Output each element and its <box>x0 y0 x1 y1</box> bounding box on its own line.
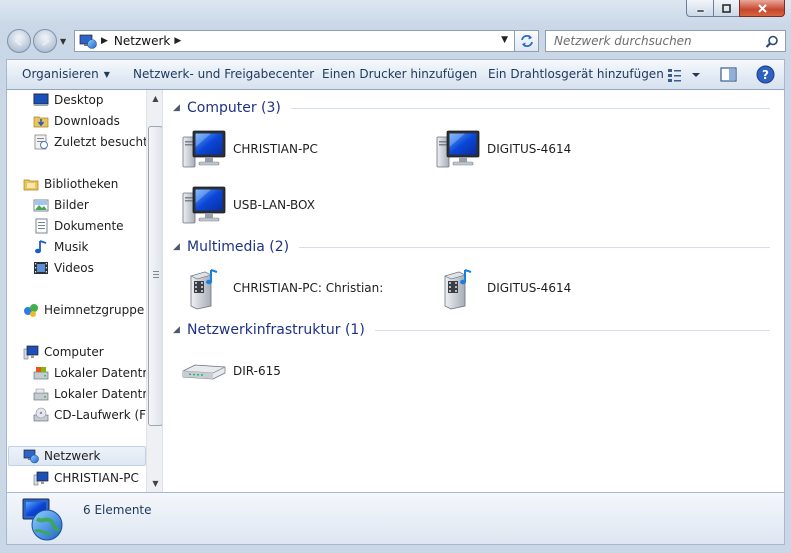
network-icon <box>79 34 97 49</box>
drive-icon <box>33 367 49 380</box>
address-bar[interactable]: ▶ Netzwerk ▶ ▼ <box>74 30 515 52</box>
refresh-button[interactable] <box>515 30 539 52</box>
help-button[interactable]: ? <box>756 65 775 87</box>
nav-item-christian-pc[interactable]: CHRISTIAN-PC <box>33 468 139 488</box>
grip-icon <box>153 271 159 280</box>
nav-item-music[interactable]: Musik <box>33 237 89 257</box>
group-divider <box>299 246 770 248</box>
nav-item-drive-d[interactable]: Lokaler Datenträger (D:) <box>33 384 162 404</box>
scroll-down-button[interactable]: ▼ <box>147 475 162 492</box>
nav-scrollbar[interactable]: ▲ ▼ <box>146 90 162 492</box>
help-icon: ? <box>756 65 775 84</box>
preview-pane-button[interactable] <box>720 66 738 86</box>
search-box[interactable] <box>545 30 786 52</box>
music-icon <box>35 240 47 254</box>
libraries-icon <box>23 179 39 191</box>
scroll-thumb[interactable] <box>148 126 162 426</box>
nav-item-recent[interactable]: Zuletzt besucht <box>33 132 148 152</box>
group-header-multimedia[interactable]: ◢ Multimedia (2) <box>163 237 778 257</box>
details-pane: 6 Elemente <box>6 492 785 545</box>
recent-places-icon <box>34 134 48 150</box>
computer-icon <box>23 345 39 360</box>
maximize-icon <box>722 3 731 13</box>
forward-button[interactable] <box>33 29 57 53</box>
content-pane: ◢ Computer (3) CHRISTIAN-PC DIGITUS-4614… <box>162 90 785 492</box>
documents-icon <box>35 218 48 234</box>
minimize-icon <box>696 9 704 12</box>
preview-pane-icon <box>720 67 737 82</box>
router-icon <box>181 349 227 393</box>
nav-item-pictures[interactable]: Bilder <box>33 195 89 215</box>
breadcrumb-network[interactable]: Netzwerk <box>114 34 170 48</box>
homegroup-icon <box>24 304 38 317</box>
drive-icon <box>33 388 49 401</box>
computer-icon <box>181 127 227 171</box>
media-server-icon <box>435 266 481 310</box>
search-input[interactable] <box>554 34 754 48</box>
nav-item-documents[interactable]: Dokumente <box>33 216 124 236</box>
view-list-icon <box>668 69 700 82</box>
nav-item-homegroup[interactable]: Heimnetzgruppe <box>23 300 144 320</box>
collapse-icon: ◢ <box>173 325 180 335</box>
title-bar <box>0 0 791 26</box>
downloads-folder-icon <box>33 116 49 128</box>
desktop-icon <box>33 93 49 106</box>
navigation-pane: Desktop Downloads Zuletzt besucht Biblio… <box>6 90 162 492</box>
close-button[interactable] <box>739 0 785 17</box>
media-device-tile[interactable]: CHRISTIAN-PC: Christian: <box>181 266 421 310</box>
search-icon[interactable] <box>765 35 779 49</box>
computer-icon <box>181 183 227 227</box>
network-icon <box>22 498 63 541</box>
breadcrumb-separator[interactable]: ▶ <box>101 36 108 46</box>
add-wireless-button[interactable]: Ein Drahtlosgerät hinzufügen <box>488 67 664 81</box>
infrastructure-device-tile[interactable]: DIR-615 <box>181 349 421 393</box>
collapse-icon: ◢ <box>173 242 180 252</box>
cd-drive-icon <box>33 407 49 422</box>
svg-text:?: ? <box>762 68 769 82</box>
recent-pages-dropdown[interactable]: ▼ <box>60 37 70 47</box>
group-divider <box>290 107 770 109</box>
maximize-button[interactable] <box>713 0 740 17</box>
computer-icon <box>33 471 49 486</box>
nav-item-cd-drive[interactable]: CD-Laufwerk (F:) <box>33 405 154 425</box>
nav-item-drive-c[interactable]: Lokaler Datenträger (C:) <box>33 363 162 383</box>
close-icon <box>757 3 767 13</box>
command-bar: Organisieren ▼ Netzwerk- und Freigabecent… <box>6 59 785 90</box>
computer-icon <box>435 127 481 171</box>
address-dropdown[interactable]: ▼ <box>501 35 508 45</box>
videos-icon <box>34 262 48 274</box>
device-tile[interactable]: DIGITUS-4614 <box>435 127 675 171</box>
organize-label: Organisieren <box>22 67 99 81</box>
back-button[interactable] <box>7 29 31 53</box>
pictures-icon <box>33 199 49 212</box>
caret-down-icon: ▼ <box>103 70 110 79</box>
organize-button[interactable]: Organisieren ▼ <box>22 67 110 81</box>
group-divider <box>374 329 770 331</box>
nav-item-network[interactable]: Netzwerk <box>8 446 146 466</box>
media-server-icon <box>181 266 227 310</box>
collapse-icon: ◢ <box>173 103 180 113</box>
navigation-bar: ▼ ▶ Netzwerk ▶ ▼ <box>0 26 791 56</box>
nav-item-libraries[interactable]: Bibliotheken <box>23 174 118 194</box>
nav-item-desktop[interactable]: Desktop <box>33 90 104 110</box>
scroll-up-button[interactable]: ▲ <box>147 90 162 107</box>
network-icon <box>23 449 39 464</box>
nav-item-downloads[interactable]: Downloads <box>33 111 120 131</box>
group-header-infrastructure[interactable]: ◢ Netzwerkinfrastruktur (1) <box>163 320 778 340</box>
view-options-button[interactable] <box>667 67 703 86</box>
arrow-right-icon <box>42 36 50 46</box>
network-center-button[interactable]: Netzwerk- und Freigabecenter <box>133 67 314 81</box>
nav-item-computer[interactable]: Computer <box>23 342 104 362</box>
group-header-computer[interactable]: ◢ Computer (3) <box>163 98 778 118</box>
breadcrumb-separator[interactable]: ▶ <box>174 36 181 46</box>
device-tile[interactable]: USB-LAN-BOX <box>181 183 421 227</box>
add-printer-button[interactable]: Einen Drucker hinzufügen <box>322 67 477 81</box>
device-tile[interactable]: CHRISTIAN-PC <box>181 127 421 171</box>
arrow-left-icon <box>14 36 22 46</box>
refresh-icon <box>520 35 533 47</box>
nav-item-videos[interactable]: Videos <box>33 258 94 278</box>
minimize-button[interactable] <box>686 0 714 17</box>
item-count: 6 Elemente <box>83 503 152 517</box>
media-device-tile[interactable]: DIGITUS-4614 <box>435 266 675 310</box>
